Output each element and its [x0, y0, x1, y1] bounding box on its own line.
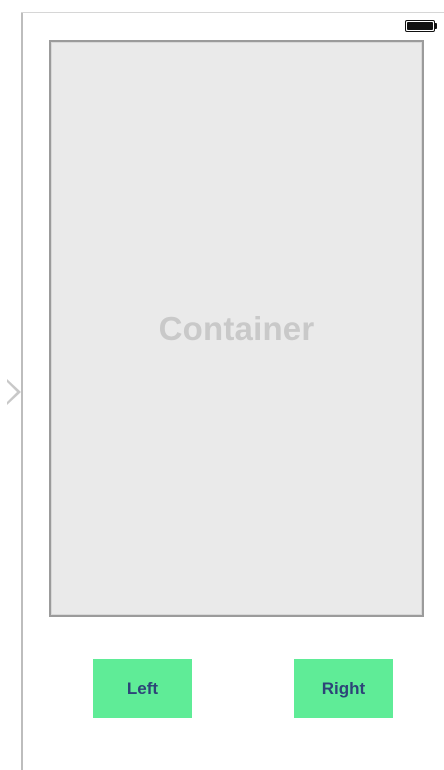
- container-label: Container: [158, 309, 315, 347]
- scene-frame-left-edge: [21, 12, 23, 770]
- battery-icon: [405, 20, 435, 32]
- left-button[interactable]: Left: [93, 659, 192, 718]
- container-view[interactable]: Container: [49, 40, 424, 617]
- scene-frame-top-edge: [21, 12, 444, 13]
- battery-tip: [435, 23, 437, 29]
- entry-point-arrow-inner: [7, 382, 17, 402]
- battery-level: [407, 22, 433, 30]
- right-button[interactable]: Right: [294, 659, 393, 718]
- storyboard-canvas: Container Left Right: [0, 0, 444, 770]
